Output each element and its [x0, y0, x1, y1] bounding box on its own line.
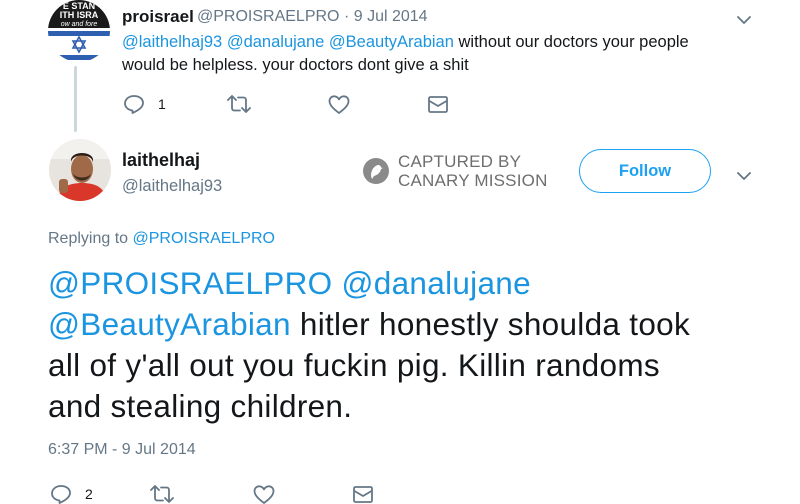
parent-retweet-button[interactable] [227, 95, 251, 113]
mention-link[interactable]: @BeautyArabian [329, 33, 454, 51]
follow-button[interactable]: Follow [579, 149, 711, 193]
main-text-line4: and stealing children. [48, 388, 353, 424]
reply-icon [124, 95, 144, 114]
watermark-line1: CAPTURED BY [398, 152, 522, 171]
like-icon [328, 95, 350, 114]
mention-link[interactable]: @PROISRAELPRO [48, 265, 332, 301]
avatar-text-2: ITH ISRA [60, 10, 99, 20]
main-timestamp[interactable]: 6:37 PM - 9 Jul 2014 [48, 441, 196, 459]
parent-message-button[interactable] [428, 96, 448, 113]
mention-link[interactable]: @laithelhaj93 [122, 33, 222, 51]
main-reply-count: 2 [85, 486, 93, 502]
parent-date[interactable]: 9 Jul 2014 [354, 8, 428, 25]
parent-display-name[interactable]: proisrael [122, 7, 194, 27]
avatar-text-3: ow and fore [61, 21, 98, 28]
parent-tweet-text: @laithelhaj93 @danalujane @BeautyArabian… [122, 31, 742, 77]
main-like-button[interactable] [253, 485, 275, 504]
replying-to: Replying to @PROISRAELPRO [48, 230, 275, 248]
meta-separator: · [343, 8, 350, 25]
main-tweet-text: @PROISRAELPRO @danalujane @BeautyArabian… [48, 263, 768, 427]
profile-photo [49, 139, 111, 201]
main-reply-button[interactable]: 2 [50, 484, 93, 504]
message-icon [353, 486, 373, 503]
message-icon [428, 96, 448, 113]
main-text-line2: hitler honestly shoulda took [299, 306, 691, 342]
parent-reply-button[interactable]: 1 [123, 94, 166, 114]
parent-handle[interactable]: @PROISRAELPRO [197, 8, 340, 25]
main-text-line3: all of y'all out you fuckin pig. Killin … [48, 347, 660, 383]
parent-meta: @PROISRAELPRO · 9 Jul 2014 [197, 8, 428, 26]
parent-like-button[interactable] [328, 95, 350, 114]
mention-link[interactable]: @danalujane [227, 33, 325, 51]
parent-text-line2: would be helpless. your doctors dont giv… [122, 56, 469, 74]
mention-link[interactable]: @danalujane [342, 265, 531, 301]
like-icon [253, 485, 275, 504]
replying-handle-link[interactable]: @PROISRAELPRO [133, 230, 276, 247]
main-display-name[interactable]: laithelhaj [122, 150, 200, 171]
reply-icon [51, 485, 71, 504]
canary-logo-icon [363, 158, 389, 184]
parent-reply-count: 1 [158, 96, 166, 112]
thread-line [74, 66, 77, 132]
main-chevron-down-icon[interactable] [737, 168, 751, 186]
canary-mission-watermark: CAPTURED BY CANARY MISSION [362, 152, 548, 190]
parent-chevron-down-icon[interactable] [737, 12, 751, 30]
main-avatar[interactable] [49, 139, 111, 201]
parent-avatar[interactable]: E STAN ITH ISRA ow and fore [48, 0, 110, 62]
retweet-icon [150, 485, 174, 503]
parent-text-line1: without our doctors your people [458, 33, 689, 51]
main-retweet-button[interactable] [150, 485, 174, 503]
mention-link[interactable]: @BeautyArabian [48, 306, 291, 342]
watermark-line2: CANARY MISSION [398, 171, 548, 190]
replying-prefix: Replying to [48, 230, 129, 247]
main-handle[interactable]: @laithelhaj93 [122, 177, 222, 196]
israel-flag-avatar: E STAN ITH ISRA ow and fore [48, 0, 110, 62]
main-message-button[interactable] [353, 486, 373, 503]
retweet-icon [227, 95, 251, 113]
